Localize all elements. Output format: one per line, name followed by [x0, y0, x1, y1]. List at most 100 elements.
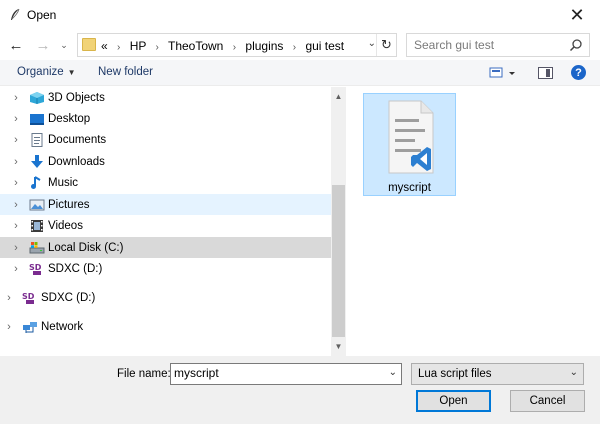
tree-item[interactable]: › Desktop: [0, 108, 331, 129]
address-bar[interactable]: « › HP › TheoTown › plugins › gui test ⌄…: [77, 33, 397, 57]
refresh-icon: ↻: [381, 37, 392, 52]
file-name-label: File name:: [117, 368, 171, 380]
expand-chevron-icon[interactable]: ›: [11, 113, 21, 125]
tree-item[interactable]: › SD SDXC (D:): [0, 258, 331, 279]
chevron-down-icon: ⌄: [569, 367, 578, 378]
tree-item-label: SDXC (D:): [41, 291, 96, 304]
scroll-down-icon[interactable]: ▼: [331, 339, 346, 354]
expand-chevron-icon[interactable]: ›: [4, 321, 14, 333]
close-icon: ✕: [569, 4, 585, 25]
videos-icon: [29, 219, 45, 233]
chevron-right-icon: ›: [155, 42, 159, 53]
change-view-icon[interactable]: [489, 66, 515, 80]
tree-item-label: Documents: [48, 133, 107, 146]
search-box[interactable]: [406, 33, 590, 57]
expand-chevron-icon[interactable]: ›: [4, 292, 14, 304]
expand-chevron-icon[interactable]: ›: [11, 263, 21, 275]
file-name-input[interactable]: [174, 366, 374, 380]
tree-item-label: Desktop: [48, 112, 91, 125]
organize-button[interactable]: Organize ▼: [17, 66, 76, 78]
desktop-icon: [29, 112, 45, 126]
network-icon: [22, 320, 38, 334]
tree-item[interactable]: › Videos: [0, 215, 331, 236]
forward-button[interactable]: →: [33, 35, 53, 55]
tree-item[interactable]: › Downloads: [0, 151, 331, 172]
tree-item-label: Local Disk (C:): [48, 241, 124, 254]
tree-item-label: SDXC (D:): [48, 262, 103, 275]
expand-chevron-icon[interactable]: ›: [11, 134, 21, 146]
file-list[interactable]: myscript: [346, 87, 600, 356]
tree-item[interactable]: › SD SDXC (D:): [0, 287, 331, 308]
scroll-up-icon[interactable]: ▲: [331, 89, 346, 104]
open-button[interactable]: Open: [416, 390, 491, 412]
open-label: Open: [439, 395, 468, 407]
downloads-icon: [29, 154, 45, 169]
documents-icon: [29, 132, 45, 147]
chevron-down-icon[interactable]: ⌄: [389, 367, 397, 378]
feather-app-icon: [11, 8, 20, 20]
local-disk-icon: [29, 241, 45, 255]
breadcrumb-item[interactable]: plugins: [245, 39, 283, 53]
sdxc-icon: SD: [22, 291, 38, 305]
help-icon[interactable]: ?: [571, 65, 586, 80]
expand-chevron-icon[interactable]: ›: [11, 220, 21, 232]
file-name: myscript: [388, 182, 431, 194]
close-button[interactable]: ✕: [554, 0, 600, 30]
cancel-button[interactable]: Cancel: [510, 390, 585, 412]
tree-item-label: Pictures: [48, 198, 90, 211]
tree-item[interactable]: › Music: [0, 172, 331, 193]
expand-chevron-icon[interactable]: ›: [11, 199, 21, 211]
chevron-right-icon: ›: [292, 42, 297, 53]
lua-script-file-icon: [388, 100, 434, 174]
svg-text:SD: SD: [29, 263, 42, 272]
expand-chevron-icon[interactable]: ›: [11, 242, 21, 254]
file-type-select[interactable]: Lua script files ⌄: [411, 363, 584, 385]
window-title: Open: [27, 8, 57, 22]
recent-locations-button[interactable]: ⌄: [57, 35, 71, 55]
preview-pane-icon[interactable]: [538, 67, 553, 79]
tree-item-label: Videos: [48, 219, 83, 232]
caret-down-icon: ▼: [67, 68, 76, 77]
new-folder-button[interactable]: New folder: [98, 66, 153, 78]
tree-item[interactable]: › Documents: [0, 129, 331, 150]
tree-item[interactable]: › 3D Objects: [0, 87, 331, 108]
pictures-icon: [29, 198, 45, 212]
expand-chevron-icon[interactable]: ›: [11, 92, 21, 104]
navigation-scrollbar[interactable]: ▲ ▼: [331, 87, 346, 356]
scrollbar-thumb[interactable]: [332, 185, 345, 337]
title-bar: Open ✕: [0, 0, 600, 30]
folder-icon: [82, 38, 96, 51]
chevron-right-icon: ›: [117, 42, 121, 53]
refresh-button[interactable]: ↻: [376, 34, 396, 56]
sdxc-icon: SD: [29, 262, 45, 276]
breadcrumb-item[interactable]: HP: [130, 39, 146, 53]
breadcrumb: « › HP › TheoTown › plugins › gui test: [101, 39, 344, 53]
tree-item[interactable]: › Network: [0, 316, 331, 337]
music-icon: [29, 175, 45, 190]
tree-item[interactable]: › Local Disk (C:): [0, 237, 331, 258]
file-type-value: Lua script files: [418, 368, 492, 380]
tree-item[interactable]: › Pictures: [0, 194, 331, 215]
search-input[interactable]: [414, 38, 564, 52]
address-dropdown-icon[interactable]: ⌄: [368, 38, 376, 49]
cancel-label: Cancel: [529, 395, 566, 407]
new-folder-label: New folder: [98, 66, 153, 78]
back-arrow-icon: ←: [8, 36, 24, 54]
breadcrumb-overflow[interactable]: «: [101, 39, 108, 53]
tree-item-label: 3D Objects: [48, 91, 105, 104]
expand-chevron-icon[interactable]: ›: [11, 177, 21, 189]
expand-chevron-icon[interactable]: ›: [11, 156, 21, 168]
tree-item-label: Downloads: [48, 155, 105, 168]
breadcrumb-item[interactable]: gui test: [305, 39, 344, 53]
breadcrumb-item[interactable]: TheoTown: [168, 39, 223, 53]
navigation-pane[interactable]: › 3D Objects › Desktop › Documents › Downloads ›…: [0, 87, 346, 356]
search-icon: [569, 39, 582, 52]
file-name-combobox[interactable]: ⌄: [170, 363, 402, 385]
file-item[interactable]: myscript: [363, 93, 456, 196]
bottom-bar: File name: ⌄ Lua script files ⌄ Open Can…: [0, 356, 600, 424]
3d-objects-icon: [29, 91, 45, 105]
back-button[interactable]: ←: [6, 35, 26, 55]
command-bar: Organize ▼ New folder ?: [0, 60, 600, 86]
tree-item-label: Network: [41, 320, 84, 333]
chevron-right-icon: ›: [232, 42, 237, 53]
